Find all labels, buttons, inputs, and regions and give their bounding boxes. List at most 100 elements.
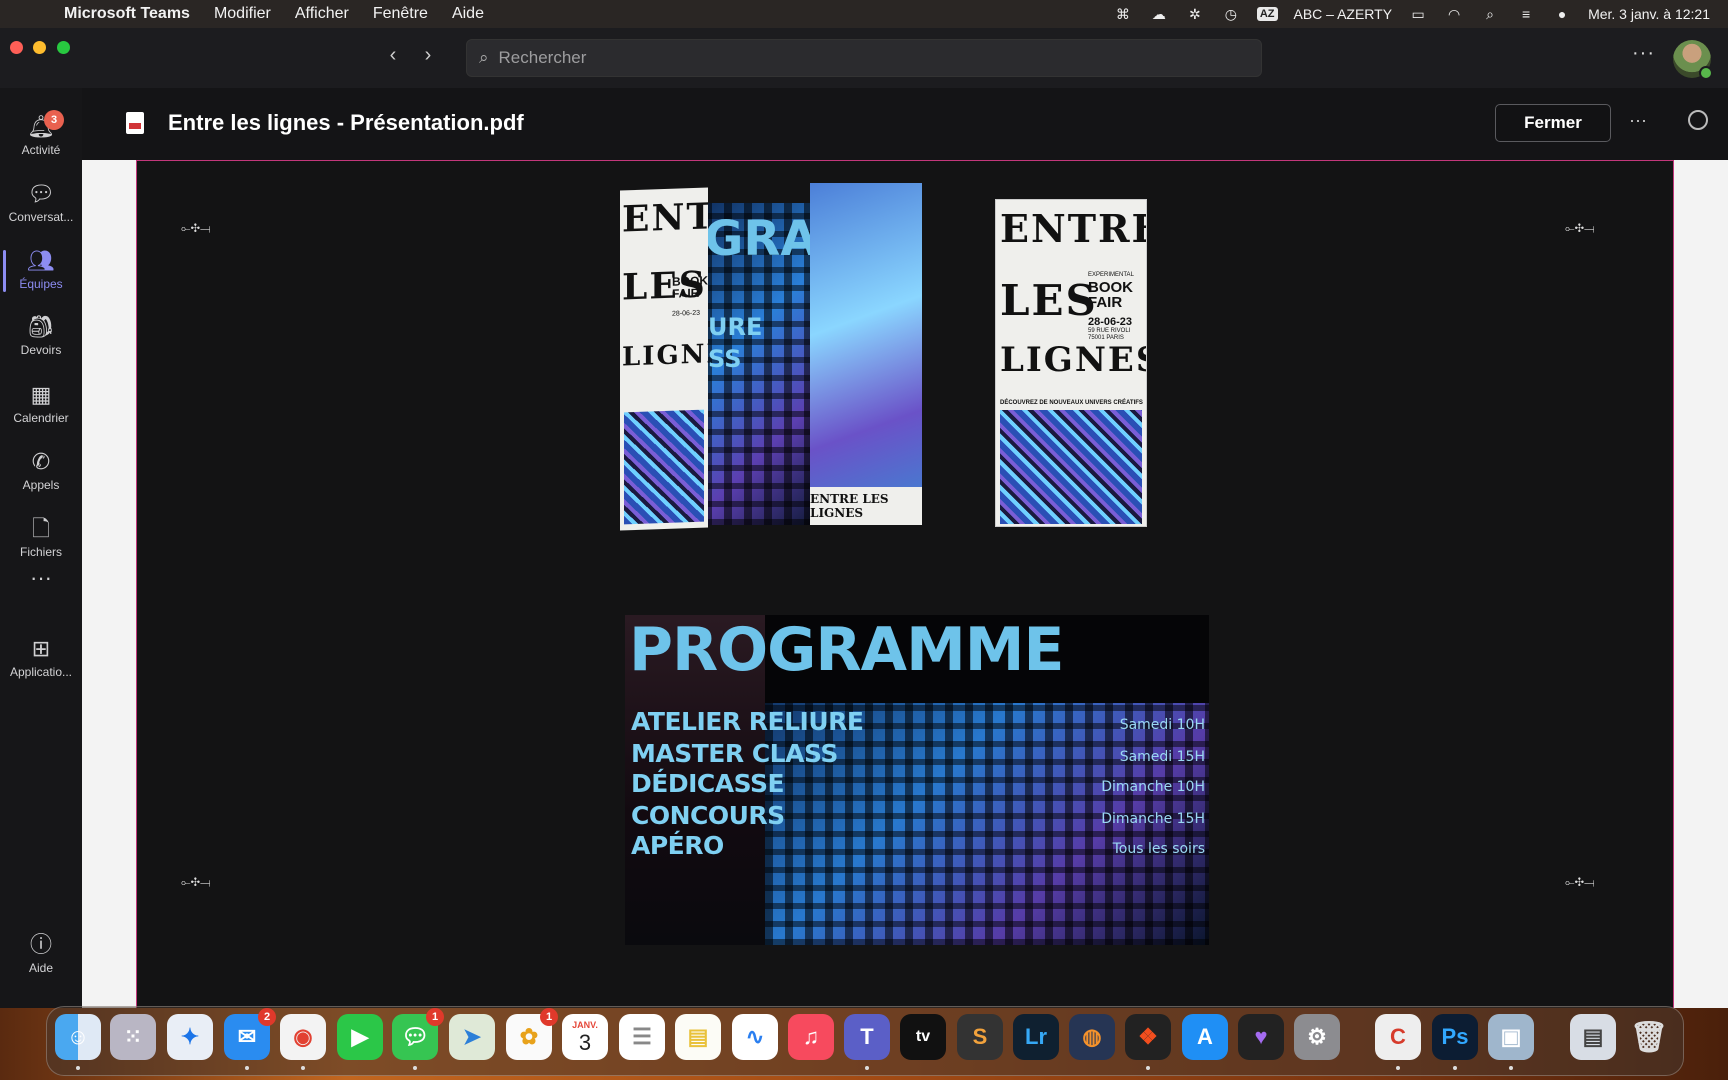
preview-icon[interactable]: ▣ [1488, 1014, 1534, 1060]
battery-icon[interactable]: ▭ [1408, 6, 1428, 22]
apps-icon: ⊞ [31, 636, 51, 661]
zoom-window-button[interactable] [57, 41, 70, 54]
poster-tagline: DÉCOUVREZ DE NOUVEAUX UNIVERS CRÉATIFS [1000, 400, 1143, 406]
mail-badge: 2 [258, 1008, 276, 1026]
sidebar-item-appels[interactable]: ✆ Appels [0, 441, 82, 501]
safari-icon[interactable]: ✦ [167, 1014, 213, 1060]
calendar-app-icon[interactable]: JANV. 3 [562, 1014, 608, 1060]
sidebar-item-calendrier[interactable]: ▦ Calendrier [0, 374, 82, 434]
programme-time: Samedi 10H [1119, 717, 1205, 733]
launchpad-icon[interactable]: ⁙ [110, 1014, 156, 1060]
photos-icon[interactable]: ✿ 1 [506, 1008, 558, 1060]
more-apps-button[interactable]: ··· [0, 558, 82, 602]
sublime-icon[interactable]: S [957, 1014, 1003, 1060]
blender-icon[interactable]: ◍ [1069, 1014, 1115, 1060]
ccleaner-icon[interactable]: C [1375, 1014, 1421, 1060]
sidebar-item-devoirs[interactable]: 🎒︎ Devoirs [0, 306, 82, 366]
flyer-cover-panel: ENTRE LES LIGNES BOOK FAIR 28-06-23 [620, 187, 708, 531]
mail-icon[interactable]: ✉ 2 [224, 1008, 276, 1060]
facetime-icon[interactable]: ▶ [337, 1014, 383, 1060]
menu-fenetre[interactable]: Fenêtre [373, 5, 428, 23]
sidebar-item-activite[interactable]: 🔔︎ Activité 3 [0, 106, 82, 166]
sync-icon[interactable]: ✲ [1185, 6, 1205, 22]
menu-modifier[interactable]: Modifier [214, 5, 271, 23]
poster-artwork [1000, 410, 1142, 524]
siri-icon[interactable]: ● [1552, 6, 1572, 22]
music-icon[interactable]: ♫ [788, 1014, 834, 1060]
sidebar-item-label: Activité [21, 143, 61, 157]
poster-title-line: ENTRE [1000, 206, 1147, 251]
reminders-icon[interactable]: ☰ [619, 1014, 665, 1060]
conversation-icon[interactable] [1688, 110, 1708, 130]
wifi-icon[interactable]: ◠ [1444, 6, 1464, 22]
keyboard-layout-icon[interactable]: AZ [1256, 7, 1278, 21]
app-menu[interactable]: Microsoft Teams [64, 5, 190, 23]
trash-icon[interactable]: 🗑︎ [1626, 1014, 1672, 1060]
chrome-icon[interactable]: ◉ [280, 1014, 326, 1060]
teams-icon: 👥︎ [27, 248, 55, 273]
flyer-title-line: LIGNES [622, 338, 708, 373]
flyer-date: 28-06-23 [672, 309, 701, 318]
phone-icon: ✆ [31, 449, 51, 474]
maps-icon[interactable]: ➤ [449, 1014, 495, 1060]
freeform-icon[interactable]: ∿ [732, 1014, 778, 1060]
figma-tray-icon[interactable]: ⌘ [1113, 6, 1133, 22]
sidebar-item-conversations[interactable]: 💬︎ Conversat... [0, 173, 82, 233]
time-machine-icon[interactable]: ◷ [1221, 6, 1241, 22]
close-button[interactable]: Fermer [1495, 104, 1611, 142]
app-store-icon[interactable]: A [1182, 1014, 1228, 1060]
sidebar-item-label: Appels [22, 478, 60, 492]
backpack-icon: 🎒︎ [27, 314, 55, 339]
poster-fair-label: FAIR [1088, 294, 1123, 311]
ornament-icon: ⟜✣⟞ [181, 875, 211, 889]
ellipsis-icon: ··· [30, 565, 52, 590]
keyboard-layout-label[interactable]: ABC – AZERTY [1294, 6, 1393, 22]
system-settings-icon[interactable]: ⚙ [1294, 1014, 1340, 1060]
flyer-title-line: ENTRE [622, 193, 708, 241]
heart-app-icon[interactable]: ♥ [1238, 1014, 1284, 1060]
messages-icon[interactable]: 💬︎ 1 [392, 1008, 444, 1060]
search-bar[interactable]: ⌕ [466, 39, 1262, 77]
sidebar-item-aide[interactable]: ⓘ Aide [0, 924, 82, 984]
teams-app-icon[interactable]: T [844, 1014, 890, 1060]
more-options-icon[interactable]: ··· [1632, 42, 1655, 65]
photoshop-icon[interactable]: Ps [1432, 1014, 1478, 1060]
menu-bar: Microsoft Teams Modifier Afficher Fenêtr… [0, 0, 1728, 28]
avatar[interactable] [1673, 40, 1713, 80]
notes-icon[interactable]: ▤ [675, 1014, 721, 1060]
search-input[interactable] [498, 48, 1199, 68]
minimize-window-button[interactable] [33, 41, 46, 54]
control-center-icon[interactable]: ≡ [1516, 6, 1536, 22]
back-arrow-icon[interactable]: ‹ [383, 44, 403, 67]
file-header: Entre les lignes - Présentation.pdf Ferm… [82, 88, 1728, 160]
photoshop-label: Ps [1441, 1024, 1469, 1049]
sidebar-item-equipes[interactable]: 👥︎ Équipes [0, 240, 82, 300]
creative-cloud-icon[interactable]: ☁ [1149, 6, 1169, 22]
apple-tv-icon[interactable]: tv [900, 1014, 946, 1060]
photos-badge: 1 [540, 1008, 558, 1026]
title-bar: ‹ › ⌕ ··· [0, 28, 1728, 88]
lightroom-icon[interactable]: Lr [1013, 1014, 1059, 1060]
running-indicator [1509, 1066, 1513, 1070]
running-indicator [1453, 1066, 1457, 1070]
sidebar-item-label: Calendrier [13, 411, 69, 425]
sidebar-item-applications[interactable]: ⊞ Applicatio... [0, 628, 82, 688]
menubar-clock[interactable]: Mer. 3 janv. à 12:21 [1588, 6, 1710, 22]
programme-spread: PROGRAMME ATELIER RELIURE MASTER CLASS D… [625, 615, 1209, 945]
menu-afficher[interactable]: Afficher [295, 5, 349, 23]
more-options-icon[interactable]: ··· [1629, 110, 1647, 131]
close-window-button[interactable] [10, 41, 23, 54]
sidebar-item-label: Aide [28, 961, 54, 975]
spotlight-icon[interactable]: ⌕ [1480, 6, 1500, 22]
finder-icon[interactable]: ☺ [55, 1014, 101, 1060]
programme-time: Tous les soirs [1112, 841, 1205, 857]
folded-flyer-mockup: GRA URE SS ENTRE LES LIGNES BOOK FAIR 28… [620, 183, 950, 531]
recent-document-icon[interactable]: ▤ [1570, 1014, 1616, 1060]
messages-badge: 1 [426, 1008, 444, 1026]
figma-icon[interactable]: ❖ [1125, 1014, 1171, 1060]
pdf-viewer[interactable]: ⟜✣⟞ ⟜✣⟞ ⟜✣⟞ ⟜✣⟞ GRA URE SS ENTRE LES LIG… [82, 160, 1728, 1008]
menu-aide[interactable]: Aide [452, 5, 484, 23]
running-indicator [301, 1066, 305, 1070]
running-indicator [245, 1066, 249, 1070]
forward-arrow-icon[interactable]: › [418, 44, 438, 67]
